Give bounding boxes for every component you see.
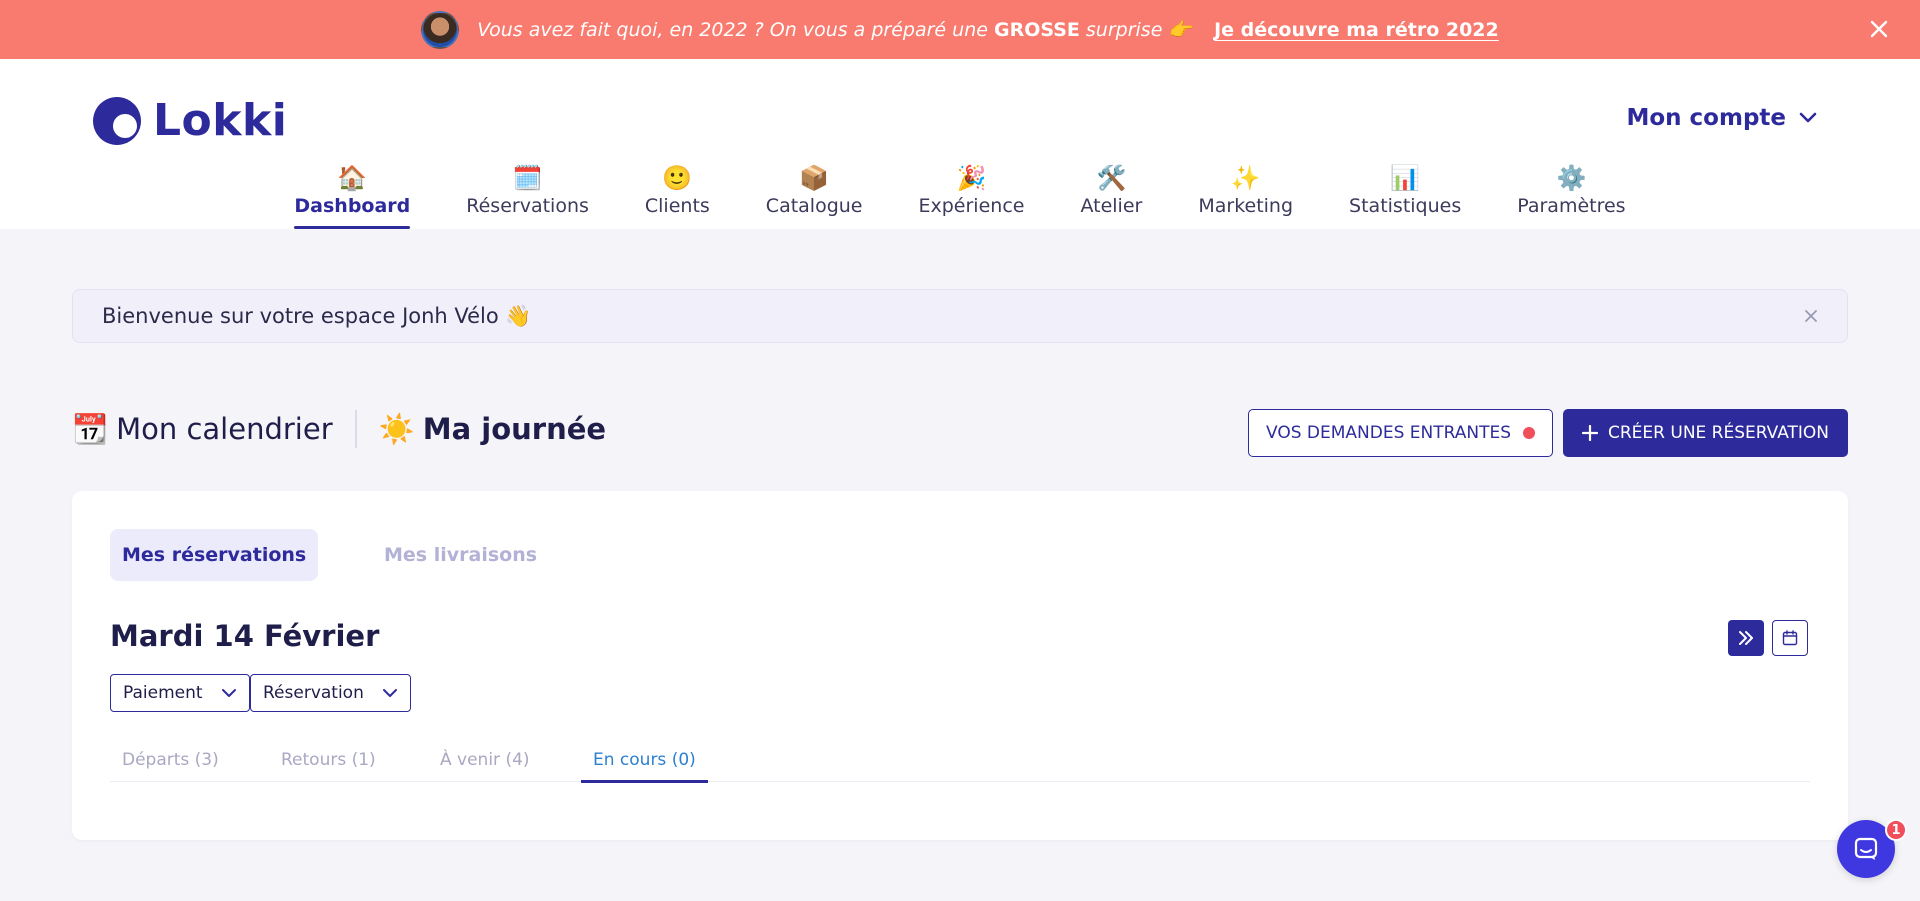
package-icon: 📦: [799, 164, 830, 192]
day-label: Ma journée: [422, 412, 607, 446]
calendar-label: Mon calendrier: [116, 412, 333, 446]
bar-chart-icon: 📊: [1390, 164, 1421, 192]
nav-item-statistiques[interactable]: 📊 Statistiques: [1321, 163, 1489, 229]
nav-label: Paramètres: [1517, 195, 1626, 217]
nav-label: Expérience: [918, 195, 1025, 217]
welcome-alert: Bienvenue sur votre espace Jonh Vélo 👋: [72, 289, 1848, 343]
party-icon: 🎉: [956, 164, 987, 192]
nav-item-atelier[interactable]: 🛠️ Atelier: [1052, 163, 1170, 229]
nav-item-parametres[interactable]: ⚙️ Paramètres: [1489, 163, 1653, 229]
nav-label: Catalogue: [765, 195, 863, 217]
divider: [354, 410, 357, 448]
home-icon: 🏠: [337, 164, 368, 192]
tab-in-progress[interactable]: En cours (0): [581, 738, 708, 783]
reservation-filter[interactable]: Réservation: [250, 674, 411, 712]
smiley-icon: 🙂: [662, 164, 693, 192]
nav-label: Clients: [644, 195, 710, 217]
nav-label: Statistiques: [1349, 195, 1462, 217]
tab-my-deliveries[interactable]: Mes livraisons: [372, 529, 549, 581]
logo-icon: [93, 96, 141, 145]
status-tabs: Départs (3) Retours (1) À venir (4) En c…: [110, 738, 1810, 783]
account-menu[interactable]: Mon compte: [1626, 105, 1818, 131]
tab-my-reservations[interactable]: Mes réservations: [110, 529, 319, 581]
create-reservation-button[interactable]: CRÉER UNE RÉSERVATION: [1563, 409, 1848, 457]
nav-label: Atelier: [1080, 195, 1143, 217]
promo-close-button[interactable]: [1864, 14, 1894, 44]
nav-label: Réservations: [466, 195, 589, 217]
date-title: Mardi 14 Février: [110, 619, 380, 653]
logo-text: Lokki: [153, 95, 288, 146]
account-label: Mon compte: [1626, 105, 1786, 131]
main-nav: 🏠 Dashboard 🗓️ Réservations 🙂 Clients 📦 …: [0, 163, 1920, 229]
sparkles-icon: ✨: [1230, 164, 1261, 192]
reservation-filter-label: Réservation: [263, 683, 364, 703]
chevron-down-icon: [382, 689, 397, 697]
nav-item-reservations[interactable]: 🗓️ Réservations: [438, 163, 617, 229]
payment-filter[interactable]: Paiement: [110, 674, 250, 712]
incoming-requests-label: VOS DEMANDES ENTRANTES: [1265, 423, 1511, 443]
date-picker-button[interactable]: [1772, 620, 1808, 656]
header: Lokki Mon compte 🏠 Dashboard 🗓️ Réservat…: [0, 59, 1920, 229]
nav-label: Marketing: [1198, 195, 1294, 217]
tab-upcoming[interactable]: À venir (4): [428, 738, 542, 782]
promo-banner: Vous avez fait quoi, en 2022 ? On vous a…: [0, 0, 1920, 59]
promo-avatar: [421, 10, 460, 49]
calendar-icon: 📆: [72, 411, 109, 446]
nav-item-clients[interactable]: 🙂 Clients: [617, 163, 738, 229]
next-day-button[interactable]: [1728, 620, 1764, 656]
chat-icon: [1854, 837, 1878, 860]
tab-calendar[interactable]: 📆 Mon calendrier: [72, 412, 333, 447]
nav-item-dashboard[interactable]: 🏠 Dashboard: [266, 163, 438, 229]
chevron-down-icon: [1799, 112, 1817, 123]
welcome-close-button[interactable]: [1799, 304, 1823, 328]
plus-icon: [1582, 425, 1598, 441]
create-reservation-label: CRÉER UNE RÉSERVATION: [1608, 423, 1829, 443]
tab-departures[interactable]: Départs (3): [110, 738, 231, 782]
payment-filter-label: Paiement: [123, 683, 203, 703]
nav-label: Dashboard: [294, 195, 411, 217]
tab-returns[interactable]: Retours (1): [269, 738, 388, 782]
promo-link[interactable]: Je découvre ma rétro 2022: [1214, 19, 1499, 41]
section-header: 📆 Mon calendrier ☀️ Ma journée: [72, 410, 606, 448]
tools-icon: 🛠️: [1096, 164, 1127, 192]
gear-icon: ⚙️: [1556, 164, 1587, 192]
incoming-requests-button[interactable]: VOS DEMANDES ENTRANTES: [1248, 409, 1553, 457]
nav-item-catalogue[interactable]: 📦 Catalogue: [738, 163, 891, 229]
nav-item-marketing[interactable]: ✨ Marketing: [1170, 163, 1321, 229]
reservations-card: Mes réservations Mes livraisons Mardi 14…: [72, 491, 1848, 840]
notification-dot: [1523, 427, 1535, 439]
nav-item-experience[interactable]: 🎉 Expérience: [891, 163, 1053, 229]
sun-icon: ☀️: [378, 411, 415, 446]
chat-unread-badge: 1: [1885, 819, 1907, 841]
chevron-down-icon: [221, 689, 236, 697]
tab-my-day[interactable]: ☀️ Ma journée: [379, 412, 606, 447]
double-chevron-right-icon: [1739, 631, 1753, 645]
logo[interactable]: Lokki: [93, 95, 287, 146]
calendar-icon: 🗓️: [512, 164, 543, 192]
promo-content: Vous avez fait quoi, en 2022 ? On vous a…: [421, 10, 1499, 49]
promo-text: Vous avez fait quoi, en 2022 ? On vous a…: [477, 19, 1193, 41]
close-icon: [1870, 20, 1888, 38]
welcome-text: Bienvenue sur votre espace Jonh Vélo 👋: [102, 303, 532, 328]
close-icon: [1805, 310, 1817, 322]
calendar-icon: [1782, 630, 1798, 646]
